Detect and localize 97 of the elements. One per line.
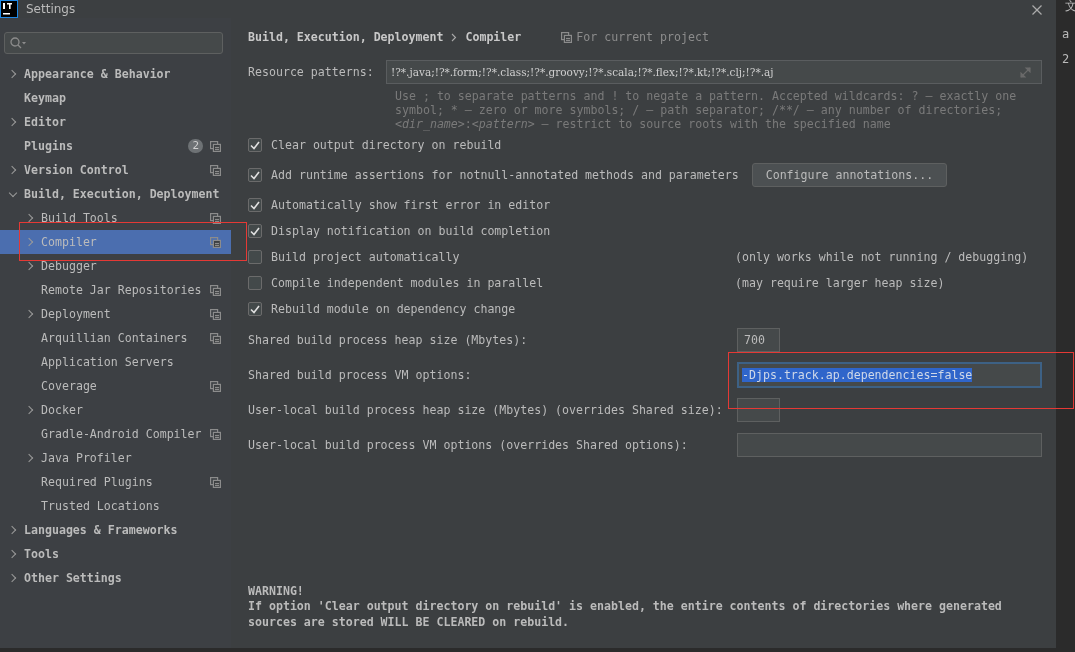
tree-item-label: Debugger: [41, 259, 97, 273]
checkbox[interactable]: [248, 250, 262, 264]
field-value: -Djps.track.ap.dependencies=false: [742, 367, 973, 382]
tree-item-label: Languages & Frameworks: [24, 523, 178, 537]
tree-item-label: Trusted Locations: [41, 499, 160, 513]
tree-item-label: Application Servers: [41, 355, 174, 369]
checkbox[interactable]: [248, 198, 262, 212]
tree-item-label: Other Settings: [24, 571, 122, 585]
tree-item-label: Deployment: [41, 307, 111, 321]
project-scope-icon: [561, 31, 573, 43]
tree-item-label: Arquillian Containers: [41, 331, 188, 345]
option-note: (only works while not running / debugging): [735, 250, 1029, 264]
close-icon: [1032, 5, 1042, 15]
tree-item[interactable]: Build Tools: [0, 206, 231, 230]
tree-item[interactable]: Languages & Frameworks: [0, 518, 231, 542]
tree-item[interactable]: Java Profiler: [0, 446, 231, 470]
checkbox[interactable]: [248, 138, 262, 152]
field-label: User-local build process heap size (Mbytes) (overrides Shared size):: [248, 402, 724, 417]
tree-item[interactable]: Tools: [0, 542, 231, 566]
tree-item-label: Gradle-Android Compiler: [41, 427, 202, 441]
checkbox-label: Automatically show first error in editor: [271, 198, 551, 212]
checkmark-icon: [250, 140, 260, 150]
tree-item[interactable]: Deployment: [0, 302, 231, 326]
warning-text: If option 'Clear output directory on rebuild' is enabled, the entire contents of directories where generated sources are stored WILL BE CLEARED on rebuild.: [248, 599, 1003, 630]
tree-item-label: Required Plugins: [41, 475, 153, 489]
search-icon: [10, 37, 26, 49]
tree-item-label: Version Control: [24, 163, 129, 177]
checkbox-label: Rebuild module on dependency change: [271, 302, 516, 316]
tree-item[interactable]: Trusted Locations: [0, 494, 231, 518]
option-note: (may require larger heap size): [735, 276, 945, 290]
warning-title: WARNING!: [248, 583, 305, 599]
checkbox[interactable]: [248, 276, 262, 290]
tree-item-label: Tools: [24, 547, 59, 561]
text-field[interactable]: [737, 432, 1042, 457]
tree-item[interactable]: Other Settings: [0, 566, 231, 590]
tree-item-label: Build, Execution, Deployment: [24, 187, 220, 201]
tree-item-label: Remote Jar Repositories: [41, 283, 202, 297]
field-label: User-local build process VM options (overrides Shared options):: [248, 437, 689, 452]
field-label: Shared build process VM options:: [248, 367, 473, 382]
field-label: Resource patterns:: [248, 65, 375, 79]
checkbox-label: Display notification on build completion: [271, 224, 551, 238]
count-badge: 2: [188, 139, 203, 153]
expand-icon: [1020, 66, 1031, 78]
tree-item-label: Java Profiler: [41, 451, 132, 465]
text-field[interactable]: [737, 397, 780, 422]
window-title: Settings: [26, 2, 76, 16]
tree-item-label: Compiler: [41, 235, 97, 249]
tree-item[interactable]: Plugins 2: [0, 134, 231, 158]
tree-item[interactable]: Docker: [0, 398, 231, 422]
checkmark-icon: [250, 200, 260, 210]
checkbox-label: Clear output directory on rebuild: [271, 138, 502, 152]
checkmark-icon: [250, 170, 260, 180]
tree-item[interactable]: Version Control: [0, 158, 231, 182]
checkbox[interactable]: [248, 302, 262, 316]
tree-item-label: Editor: [24, 115, 66, 129]
configure-button[interactable]: Configure annotations...: [751, 163, 948, 187]
tree-item-label: Docker: [41, 403, 83, 417]
checkbox-label: Build project automatically: [271, 250, 460, 264]
hint-text: Use ; to separate patterns and ! to negate a pattern. Accepted wildcards: ? — exactly one: [395, 89, 1018, 103]
tree-item[interactable]: Application Servers: [0, 350, 231, 374]
search-field[interactable]: [4, 32, 223, 54]
resource-patterns-field[interactable]: !?*.java;!?*.form;!?*.class;!?*.groovy;!?*.scala;!?*.flex;!?*.kt;!?*.clj;!?*.aj: [386, 60, 1042, 84]
background-text: 2: [1062, 52, 1070, 66]
hint-text: symbol; * — zero or more symbols; / — path separator; /**/ — any number of directories;: [395, 103, 1004, 117]
checkbox[interactable]: [248, 168, 262, 182]
tree-item[interactable]: Remote Jar Repositories: [0, 278, 231, 302]
breadcrumb-separator-icon: [451, 32, 458, 42]
text-field[interactable]: -Djps.track.ap.dependencies=false: [737, 361, 1042, 388]
tree-item-label: Coverage: [41, 379, 97, 393]
tree-item-label: Plugins: [24, 139, 73, 153]
tree-item[interactable]: Keymap: [0, 86, 231, 110]
tree-item[interactable]: Required Plugins: [0, 470, 231, 494]
tree-item-label: Keymap: [24, 91, 66, 105]
field-label: Shared build process heap size (Mbytes):: [248, 332, 529, 347]
text-field[interactable]: 700: [737, 327, 780, 352]
app-logo-icon: [0, 0, 18, 18]
checkmark-icon: [250, 226, 260, 236]
scope-note: For current project: [576, 30, 709, 44]
hint-text: <dir_name>:<pattern> — restrict to source roots with the specified name: [395, 117, 892, 131]
checkbox[interactable]: [248, 224, 262, 238]
tree-item-label: Build Tools: [41, 211, 118, 225]
tree-item[interactable]: Build, Execution, Deployment: [0, 182, 231, 206]
tree-item[interactable]: Coverage: [0, 374, 231, 398]
tree-item[interactable]: Gradle-Android Compiler: [0, 422, 231, 446]
breadcrumb-item: Compiler: [465, 30, 522, 44]
tree-item[interactable]: Appearance & Behavior: [0, 62, 231, 86]
field-value: !?*.java;!?*.form;!?*.class;!?*.groovy;!?*.scala;!?*.flex;!?*.kt;!?*.clj;!?*.aj: [391, 66, 774, 78]
checkbox-label: Compile independent modules in parallel: [271, 276, 544, 290]
breadcrumb-item: Build, Execution, Deployment: [248, 30, 444, 44]
field-value: 700: [744, 332, 765, 347]
tree-item[interactable]: Debugger: [0, 254, 231, 278]
background-text: a: [1062, 27, 1070, 41]
checkmark-icon: [250, 304, 260, 314]
checkbox-label: Add runtime assertions for notnull-annotated methods and parameters: [271, 168, 739, 182]
tree-item-label: Appearance & Behavior: [24, 67, 171, 81]
tree-item[interactable]: Arquillian Containers: [0, 326, 231, 350]
tree-item[interactable]: Editor: [0, 110, 231, 134]
